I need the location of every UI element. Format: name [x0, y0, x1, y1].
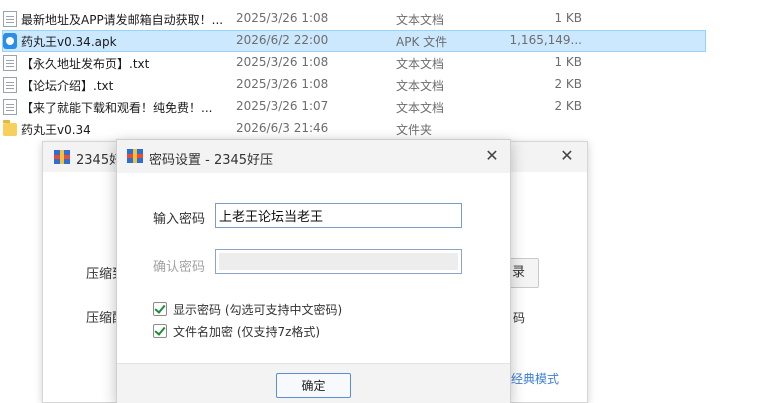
text-file-icon: [3, 11, 17, 27]
file-row[interactable]: 【永久地址发布页】.txt 2025/3/26 1:08 文本文档 1 KB: [0, 52, 772, 74]
apk-file-icon: [3, 33, 17, 49]
file-type: 文本文档: [396, 57, 445, 71]
text-file-icon: [3, 99, 17, 115]
file-row[interactable]: 药丸王v0.34 2026/6/3 21:46 文件夹: [0, 118, 772, 140]
confirm-password-label: 确认密码: [153, 260, 206, 275]
file-row[interactable]: 最新地址及APP请发邮箱自动获取！... 2025/3/26 1:08 文本文档 1 …: [0, 8, 772, 30]
encrypt-filenames-label: 文件名加密 (仅支持7z格式): [173, 325, 321, 339]
ok-button[interactable]: 确定: [276, 373, 351, 398]
password-dialog: 密码设置 - 2345好压 ✕ 输入密码 确认密码 显示密码 (勾选可支持中文密…: [116, 139, 511, 403]
file-row[interactable]: 【来了就能下载和观看！纯免费！... 2025/3/26 1:07 文本文档 2 KB: [0, 96, 772, 118]
file-size: 2 KB: [554, 77, 582, 91]
file-type: 文本文档: [396, 101, 445, 115]
close-icon[interactable]: ✕: [482, 146, 502, 166]
file-date: 2025/3/26 1:08: [236, 11, 329, 25]
show-password-checkbox[interactable]: [153, 302, 167, 316]
file-date: 2026/6/3 21:46: [236, 121, 329, 135]
close-icon[interactable]: ✕: [557, 146, 577, 166]
confirm-password-input[interactable]: [215, 249, 462, 274]
text-file-icon: [3, 55, 17, 71]
show-password-label: 显示密码 (勾选可支持中文密码): [173, 303, 343, 317]
file-size: 1 KB: [554, 55, 582, 69]
file-type: APK 文件: [396, 35, 448, 49]
file-date: 2026/6/2 22:00: [236, 33, 329, 47]
file-type: 文件夹: [396, 123, 433, 137]
file-name: 药丸王v0.34: [21, 123, 91, 137]
file-type: 文本文档: [396, 13, 445, 27]
file-row[interactable]: 【论坛介绍】.txt 2025/3/26 1:08 文本文档 2 KB: [0, 74, 772, 96]
file-name: 最新地址及APP请发邮箱自动获取！...: [21, 13, 224, 27]
file-row[interactable]: 药丸王v0.34.apk 2026/6/2 22:00 APK 文件 1,165,14…: [0, 30, 772, 52]
file-name: 药丸王v0.34.apk: [21, 35, 117, 49]
folder-icon: [3, 120, 17, 136]
file-name: 【永久地址发布页】.txt: [21, 57, 150, 71]
file-name: 【来了就能下载和观看！纯免费！...: [21, 101, 213, 115]
password-label: 输入密码: [153, 212, 206, 227]
password-label-right: 码: [513, 311, 526, 325]
encrypt-filenames-checkbox[interactable]: [153, 324, 167, 338]
classic-mode-link[interactable]: 经典模式: [511, 370, 559, 387]
file-size: 1 KB: [554, 11, 582, 25]
file-date: 2025/3/26 1:08: [236, 55, 329, 69]
text-file-icon: [3, 77, 17, 93]
password-dialog-titlebar[interactable]: 密码设置 - 2345好压 ✕: [117, 140, 510, 173]
archive-app-icon: [54, 150, 70, 164]
file-size: 1,165,149...: [509, 33, 582, 47]
password-input[interactable]: [215, 203, 462, 228]
password-dialog-title: 密码设置 - 2345好压: [149, 153, 274, 168]
file-date: 2025/3/26 1:07: [236, 99, 329, 113]
file-type: 文本文档: [396, 79, 445, 93]
file-name: 【论坛介绍】.txt: [21, 79, 114, 93]
dialog-footer: 确定: [117, 363, 510, 403]
browse-button[interactable]: 录: [509, 258, 539, 288]
archive-app-icon: [127, 149, 143, 163]
file-date: 2025/3/26 1:08: [236, 77, 329, 91]
file-size: 2 KB: [554, 99, 582, 113]
confirm-password-disabled-fill: [219, 253, 458, 270]
